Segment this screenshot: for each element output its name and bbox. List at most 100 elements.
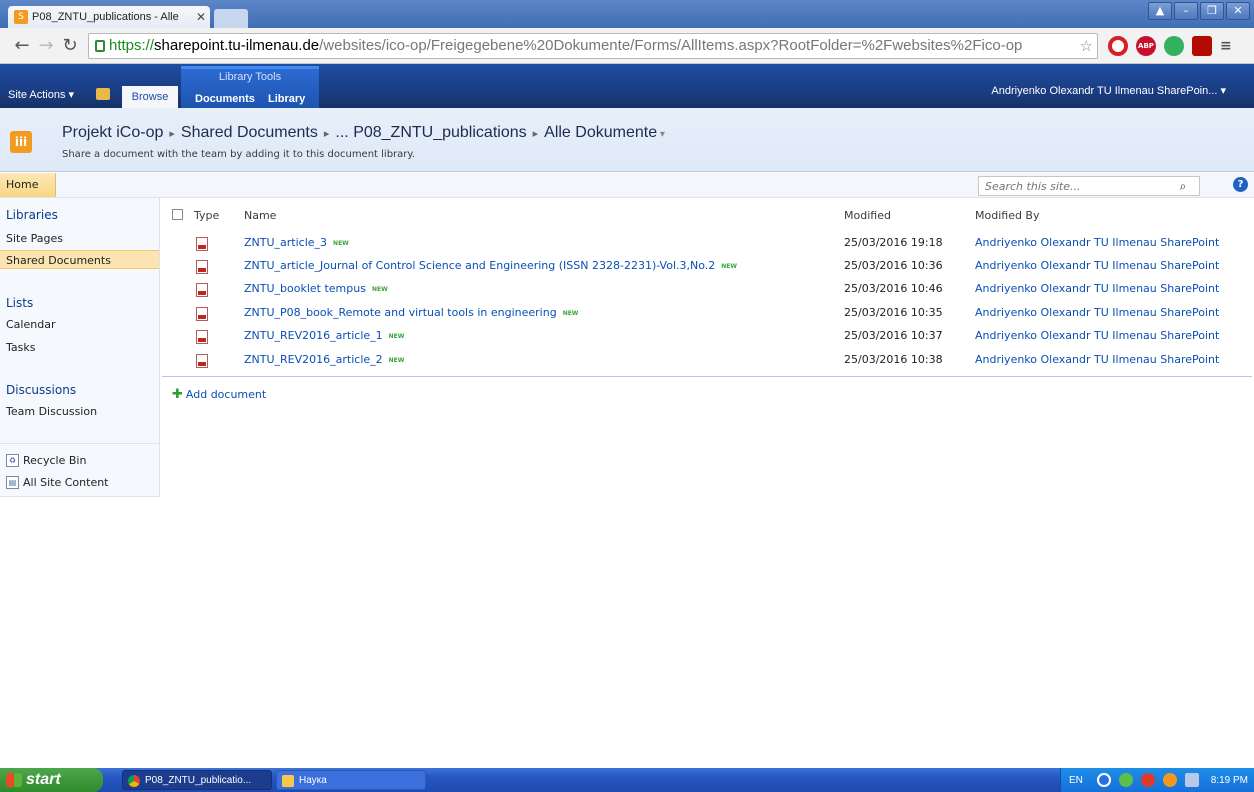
browser-menu-icon[interactable]: ≡: [1220, 36, 1232, 56]
column-modified-by[interactable]: Modified By: [975, 209, 1040, 222]
crumb-site[interactable]: Projekt iCo-op: [62, 124, 163, 141]
taskbar-item-label: P08_ZNTU_publicatio...: [145, 775, 252, 786]
column-name[interactable]: Name: [244, 209, 276, 222]
document-name[interactable]: ZNTU_booklet tempus: [244, 282, 366, 295]
nav-site-pages[interactable]: Site Pages: [6, 232, 63, 245]
browser-tab-bar: S P08_ZNTU_publications - Alle ✕ ▲ – ❐ ✕: [0, 0, 1254, 28]
crumb-folder[interactable]: ... P08_ZNTU_publications: [335, 124, 526, 141]
document-link[interactable]: ZNTU_REV2016_article_2 NEW: [244, 353, 404, 366]
tray-app-icon[interactable]: [1140, 773, 1155, 787]
add-document-link[interactable]: ✚ Add document: [172, 387, 266, 402]
nav-shared-documents[interactable]: Shared Documents: [0, 250, 159, 269]
modified-by-link[interactable]: Andriyenko Olexandr TU Ilmenau SharePoin…: [975, 259, 1219, 272]
tab-browse[interactable]: Browse: [122, 86, 178, 108]
modified-by-link[interactable]: Andriyenko Olexandr TU Ilmenau SharePoin…: [975, 236, 1219, 249]
table-row[interactable]: ZNTU_article_Journal of Control Science …: [162, 255, 1252, 278]
opera-extension-icon[interactable]: [1108, 35, 1128, 56]
document-name[interactable]: ZNTU_article_Journal of Control Science …: [244, 259, 715, 272]
forward-button[interactable]: →: [34, 35, 58, 56]
site-logo-icon[interactable]: iii: [10, 131, 32, 153]
nav-all-site-content[interactable]: ▤ All Site Content: [6, 476, 109, 489]
view-dropdown-icon[interactable]: ▾: [657, 129, 665, 140]
restore-button[interactable]: ❐: [1200, 2, 1224, 20]
nav-tasks[interactable]: Tasks: [6, 341, 35, 354]
table-row[interactable]: ZNTU_article_3 NEW 25/03/2016 19:18 Andri…: [162, 232, 1252, 255]
document-link[interactable]: ZNTU_article_Journal of Control Science …: [244, 259, 737, 272]
home-link[interactable]: Home: [0, 173, 56, 197]
document-name[interactable]: ZNTU_REV2016_article_1: [244, 329, 383, 342]
tray-app-icon[interactable]: [1162, 773, 1177, 787]
clock[interactable]: 8:19 PM: [1211, 775, 1248, 786]
tab-close-icon[interactable]: ✕: [196, 10, 206, 24]
new-badge: NEW: [333, 239, 349, 247]
search-box: ⌕: [978, 176, 1200, 196]
close-window-button[interactable]: ✕: [1226, 2, 1250, 20]
new-badge: NEW: [388, 332, 405, 340]
adblock-extension-icon[interactable]: ABP: [1136, 35, 1156, 56]
modified-by-link[interactable]: Andriyenko Olexandr TU Ilmenau SharePoin…: [975, 306, 1219, 319]
library-description: Share a document with the team by adding…: [62, 149, 416, 160]
select-all-checkbox[interactable]: [172, 209, 183, 220]
document-link[interactable]: ZNTU_REV2016_article_1 NEW: [244, 329, 404, 342]
document-name[interactable]: ZNTU_P08_book_Remote and virtual tools i…: [244, 306, 557, 319]
nav-discussions-heading[interactable]: Discussions: [6, 383, 76, 397]
modified-date: 25/03/2016 19:18: [844, 236, 943, 249]
document-link[interactable]: ZNTU_booklet tempus NEW: [244, 282, 388, 295]
crumb-library[interactable]: Shared Documents: [181, 124, 318, 141]
url-scheme: https://: [109, 37, 155, 54]
column-type[interactable]: Type: [194, 209, 219, 222]
tab-documents[interactable]: Documents: [195, 93, 255, 105]
document-link[interactable]: ZNTU_article_3 NEW: [244, 236, 349, 249]
add-icon: ✚: [172, 387, 183, 402]
table-row[interactable]: ZNTU_P08_book_Remote and virtual tools i…: [162, 302, 1252, 325]
nav-lists-heading[interactable]: Lists: [6, 296, 33, 310]
nav-team-discussion[interactable]: Team Discussion: [6, 405, 97, 418]
url-path: /websites/ico-op/Freigegebene%20Dokument…: [319, 37, 1023, 54]
minimize-button[interactable]: –: [1174, 2, 1198, 20]
breadcrumb-arrow-icon: ▸: [169, 128, 175, 140]
column-modified[interactable]: Modified: [844, 209, 891, 222]
pdf-icon: [196, 283, 208, 297]
green-extension-icon[interactable]: [1164, 35, 1184, 56]
start-label: start: [26, 771, 61, 788]
network-icon[interactable]: [1184, 773, 1199, 787]
address-bar[interactable]: https://sharepoint.tu-ilmenau.de/website…: [88, 32, 1098, 59]
taskbar-item-chrome[interactable]: P08_ZNTU_publicatio...: [122, 770, 272, 790]
search-icon[interactable]: ⌕: [1169, 179, 1197, 194]
list-header: Type Name Modified Modified By: [162, 198, 1252, 232]
user-menu[interactable]: Andriyenko Olexandr TU Ilmenau SharePoin…: [991, 84, 1226, 97]
reload-button[interactable]: ↻: [58, 35, 82, 56]
help-icon[interactable]: ?: [1233, 177, 1248, 192]
modified-by-link[interactable]: Andriyenko Olexandr TU Ilmenau SharePoin…: [975, 282, 1219, 295]
document-name[interactable]: ZNTU_REV2016_article_2: [244, 353, 383, 366]
tray-app-icon[interactable]: [1096, 773, 1111, 787]
taskbar-item-folder[interactable]: Наука: [276, 770, 426, 790]
table-row[interactable]: ZNTU_REV2016_article_2 NEW 25/03/2016 10:…: [162, 349, 1252, 372]
document-name[interactable]: ZNTU_article_3: [244, 236, 327, 249]
document-link[interactable]: ZNTU_P08_book_Remote and virtual tools i…: [244, 306, 578, 319]
start-button[interactable]: start: [0, 768, 103, 792]
navigate-up-icon[interactable]: [96, 88, 110, 100]
search-input[interactable]: [979, 179, 1169, 193]
modified-by-link[interactable]: Andriyenko Olexandr TU Ilmenau SharePoin…: [975, 353, 1219, 366]
modified-date: 25/03/2016 10:46: [844, 282, 943, 295]
table-row[interactable]: ZNTU_REV2016_article_1 NEW 25/03/2016 10:…: [162, 325, 1252, 348]
language-indicator[interactable]: EN: [1069, 775, 1083, 786]
site-actions-menu[interactable]: Site Actions ▾: [8, 88, 74, 101]
nav-recycle-bin[interactable]: ♻ Recycle Bin: [6, 454, 86, 467]
table-row[interactable]: ZNTU_booklet tempus NEW 25/03/2016 10:46 …: [162, 278, 1252, 301]
back-button[interactable]: ←: [10, 35, 34, 56]
chrome-icon: [128, 775, 140, 787]
bookmark-star-icon[interactable]: ☆: [1080, 37, 1093, 55]
modified-by-link[interactable]: Andriyenko Olexandr TU Ilmenau SharePoin…: [975, 329, 1219, 342]
tab-library[interactable]: Library: [268, 93, 305, 105]
acrobat-extension-icon[interactable]: [1192, 35, 1212, 56]
user-icon[interactable]: ▲: [1148, 2, 1172, 20]
nav-calendar[interactable]: Calendar: [6, 318, 55, 331]
tray-app-icon[interactable]: [1118, 773, 1133, 787]
new-tab-button[interactable]: [214, 9, 248, 28]
browser-toolbar: ← → ↻ https://sharepoint.tu-ilmenau.de/w…: [0, 28, 1254, 64]
crumb-view[interactable]: Alle Dokumente: [544, 124, 657, 141]
nav-libraries-heading[interactable]: Libraries: [6, 208, 58, 222]
browser-tab[interactable]: S P08_ZNTU_publications - Alle ✕: [8, 6, 210, 28]
